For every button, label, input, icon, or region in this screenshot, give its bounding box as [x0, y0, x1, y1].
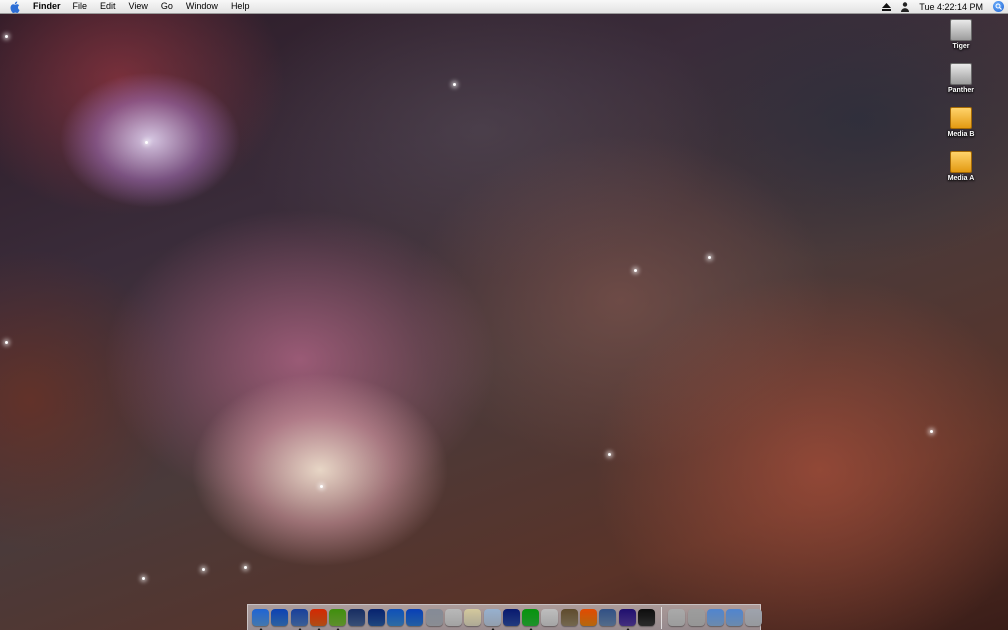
clapper-icon[interactable] — [444, 609, 462, 626]
menu-file[interactable]: File — [73, 0, 88, 13]
star — [202, 568, 205, 571]
imovie-icon[interactable] — [367, 609, 385, 626]
desktop-icon-label: Tiger — [952, 43, 970, 50]
menu-extras: Tue 4:22:14 PM — [881, 0, 1004, 13]
desktop-icon-label: Media B — [947, 131, 975, 138]
network-icon[interactable] — [502, 609, 520, 626]
printer-icon[interactable] — [425, 609, 443, 626]
external-drive-icon — [950, 151, 972, 173]
star — [608, 453, 611, 456]
desktop-icon-tiger[interactable]: Tiger — [936, 19, 986, 50]
menu-bar: Finder File Edit View Go Window Help Tue… — [0, 0, 1008, 14]
user-icon[interactable] — [900, 1, 910, 12]
desktop-icon-label: Panther — [947, 87, 975, 94]
menu-clock[interactable]: Tue 4:22:14 PM — [919, 2, 983, 12]
quicktime-icon[interactable] — [406, 609, 424, 626]
ipod-icon[interactable] — [541, 609, 559, 626]
menu-help[interactable]: Help — [231, 0, 250, 13]
trash-icon[interactable] — [745, 609, 763, 626]
eject-icon[interactable] — [881, 2, 891, 12]
star — [5, 341, 8, 344]
safari-icon[interactable] — [271, 609, 289, 626]
disk-utility-icon[interactable] — [599, 609, 617, 626]
audio-icon[interactable] — [618, 609, 636, 630]
x11-icon[interactable] — [637, 609, 655, 626]
activity-monitor-icon[interactable] — [522, 609, 540, 630]
desktop-icon-label: Media A — [947, 175, 975, 182]
iphoto-icon[interactable] — [348, 609, 366, 626]
hard-drive-icon — [950, 63, 972, 85]
hard-drive-icon — [950, 19, 972, 41]
star — [244, 566, 247, 569]
apple-menu-icon[interactable] — [10, 1, 24, 13]
star — [930, 430, 933, 433]
menu-edit[interactable]: Edit — [100, 0, 116, 13]
finder-icon[interactable] — [252, 609, 269, 630]
desktop-icon-panther[interactable]: Panther — [936, 63, 986, 94]
desktop-icon-media-b[interactable]: Media B — [936, 107, 986, 138]
menu-app-finder[interactable]: Finder — [33, 0, 61, 13]
star — [142, 577, 145, 580]
dock-divider — [661, 606, 663, 629]
textedit-icon[interactable] — [464, 609, 482, 626]
script-editor-icon[interactable] — [560, 609, 578, 626]
network-server-icon[interactable] — [668, 609, 686, 626]
star — [145, 141, 148, 144]
vlc-icon[interactable] — [580, 609, 598, 626]
star — [320, 485, 323, 488]
menu-view[interactable]: View — [129, 0, 148, 13]
applications-folder-icon[interactable] — [726, 609, 744, 626]
desktop-icon-media-a[interactable]: Media A — [936, 151, 986, 182]
dock — [247, 604, 763, 630]
menu-go[interactable]: Go — [161, 0, 173, 13]
pen-icon[interactable] — [483, 609, 501, 630]
star — [634, 269, 637, 272]
spotlight-search-icon[interactable] — [993, 1, 1004, 12]
menu-window[interactable]: Window — [186, 0, 218, 13]
preview-icon[interactable] — [290, 609, 308, 630]
external-drive-icon — [950, 107, 972, 129]
star — [708, 256, 711, 259]
star — [5, 35, 8, 38]
folder-icon[interactable] — [706, 609, 724, 626]
desktop-background[interactable]: Finder File Edit View Go Window Help Tue… — [0, 0, 1008, 630]
star — [453, 83, 456, 86]
mail-icon[interactable] — [387, 609, 405, 626]
network-server-icon[interactable] — [687, 609, 705, 626]
firefox-icon[interactable] — [309, 609, 327, 630]
itunes-icon[interactable] — [329, 609, 347, 630]
